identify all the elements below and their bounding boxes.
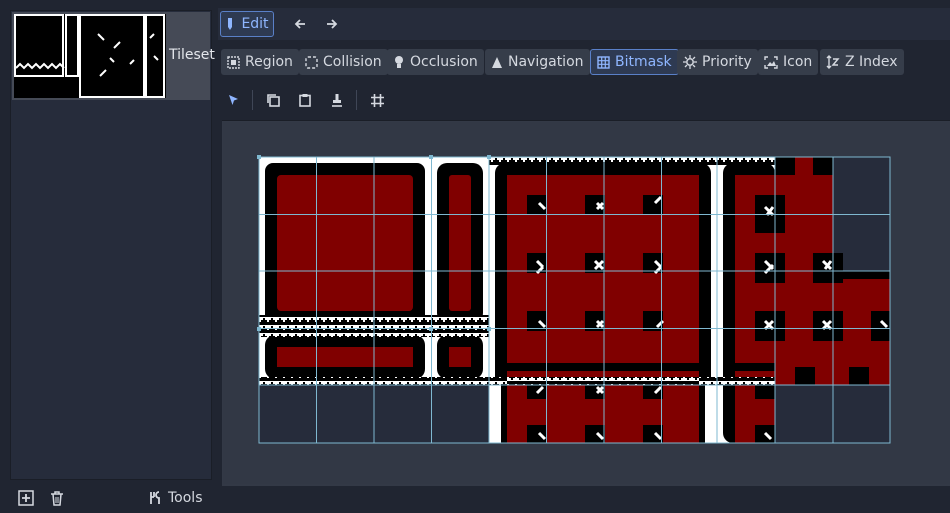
erase-button[interactable] (326, 89, 348, 111)
navigation-mode-button[interactable]: Navigation (485, 49, 590, 75)
add-tileset-button[interactable] (15, 488, 37, 508)
previous-tile-button[interactable] (290, 13, 310, 35)
z-index-icon (826, 55, 840, 69)
eraser-icon (332, 94, 342, 107)
toolbar-separator (252, 90, 253, 110)
collision-label: Collision (323, 54, 382, 70)
grid-icon (370, 93, 384, 107)
trash-icon (51, 491, 63, 506)
bitmask-mode-button[interactable]: Bitmask (590, 49, 679, 75)
occlusion-mode-button[interactable]: Occlusion (387, 49, 484, 75)
tile-single[interactable] (431, 329, 489, 385)
paste-icon (299, 94, 311, 107)
pencil-icon (228, 18, 233, 30)
priority-mode-button[interactable]: Priority (677, 49, 758, 75)
copy-button[interactable] (262, 89, 284, 111)
icon-mode-label: Icon (783, 54, 813, 70)
region-icon (227, 55, 240, 69)
priority-icon (683, 55, 697, 69)
toolbar-separator (356, 90, 357, 110)
next-tile-button[interactable] (322, 13, 342, 35)
occlusion-icon (395, 56, 403, 68)
tools-menu-button[interactable]: Tools (148, 488, 203, 508)
occlusion-label: Occlusion (410, 54, 478, 70)
bitmask-label: Bitmask (615, 54, 672, 70)
tools-label: Tools (168, 490, 203, 506)
tile-horizontal-bar[interactable] (259, 329, 431, 385)
z-index-mode-button[interactable]: Z Index (820, 49, 904, 75)
tile-canvas[interactable] (223, 122, 950, 484)
edit-label: Edit (241, 16, 269, 32)
add-icon (18, 490, 34, 506)
z-index-label: Z Index (845, 54, 898, 70)
arrow-left-icon (294, 19, 305, 29)
grid-toggle-button[interactable] (366, 89, 388, 111)
tile-square-block[interactable] (259, 157, 431, 329)
collision-icon (305, 55, 318, 69)
collision-mode-button[interactable]: Collision (299, 49, 388, 75)
tile-vertical-pillar[interactable] (431, 157, 489, 329)
priority-label: Priority (702, 54, 752, 70)
bitmask-icon (597, 55, 610, 69)
delete-tileset-button[interactable] (46, 488, 68, 508)
icon-mode-icon (764, 55, 778, 69)
arrow-right-icon (327, 19, 338, 29)
copy-icon (267, 94, 280, 107)
editor-bottom-strip (218, 486, 950, 513)
select-tool-button[interactable] (222, 89, 244, 111)
paste-button[interactable] (294, 89, 316, 111)
wrench-icon (150, 491, 160, 504)
cursor-icon (229, 95, 238, 105)
region-mode-button[interactable]: Region (221, 49, 299, 75)
icon-mode-button[interactable]: Icon (758, 49, 819, 75)
edit-button[interactable]: Edit (220, 11, 274, 37)
navigation-icon (492, 56, 502, 68)
navigation-label: Navigation (508, 54, 584, 70)
tileset-thumbnail (14, 14, 166, 98)
region-label: Region (245, 54, 293, 70)
tileset-name-label: Tileset (169, 47, 215, 63)
